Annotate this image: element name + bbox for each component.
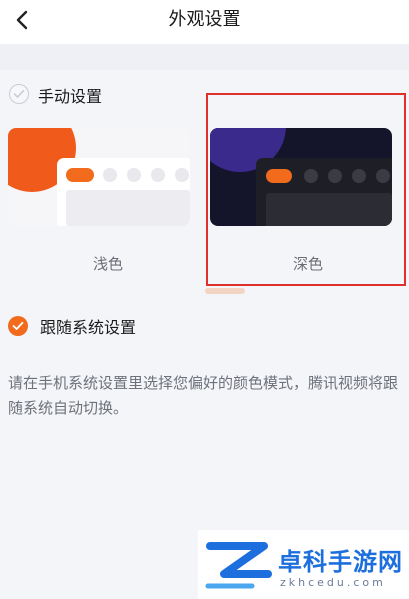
faint-watermark-fragment [205, 284, 251, 301]
light-theme-preview [8, 128, 190, 226]
light-theme-label[interactable]: 浅色 [17, 253, 199, 274]
check-icon [13, 90, 25, 98]
manual-setting-radio[interactable] [9, 84, 29, 104]
watermark-title: 卓科手游网 [278, 548, 403, 576]
chevron-left-icon [16, 10, 28, 30]
back-button[interactable] [8, 6, 36, 34]
site-watermark: 卓科手游网 zkhcedu.com [198, 530, 409, 599]
dark-theme-card[interactable] [210, 128, 392, 226]
watermark-logo-icon [205, 542, 272, 589]
header-divider [0, 44, 409, 70]
description-text: 请在手机系统设置里选择您偏好的颜色模式，腾讯视频将跟随系统自动切换。 [8, 374, 399, 417]
follow-system-radio[interactable] [8, 316, 28, 336]
dark-theme-label[interactable]: 深色 [217, 253, 399, 274]
top-bar: 外观设置 [0, 0, 409, 44]
light-theme-card[interactable] [8, 128, 190, 226]
manual-setting-label[interactable]: 手动设置 [38, 83, 102, 107]
dark-theme-preview [210, 128, 392, 226]
page-title: 外观设置 [168, 9, 241, 30]
check-icon [12, 321, 24, 330]
follow-system-label[interactable]: 跟随系统设置 [40, 314, 136, 338]
watermark-subtitle: zkhcedu.com [280, 576, 386, 589]
